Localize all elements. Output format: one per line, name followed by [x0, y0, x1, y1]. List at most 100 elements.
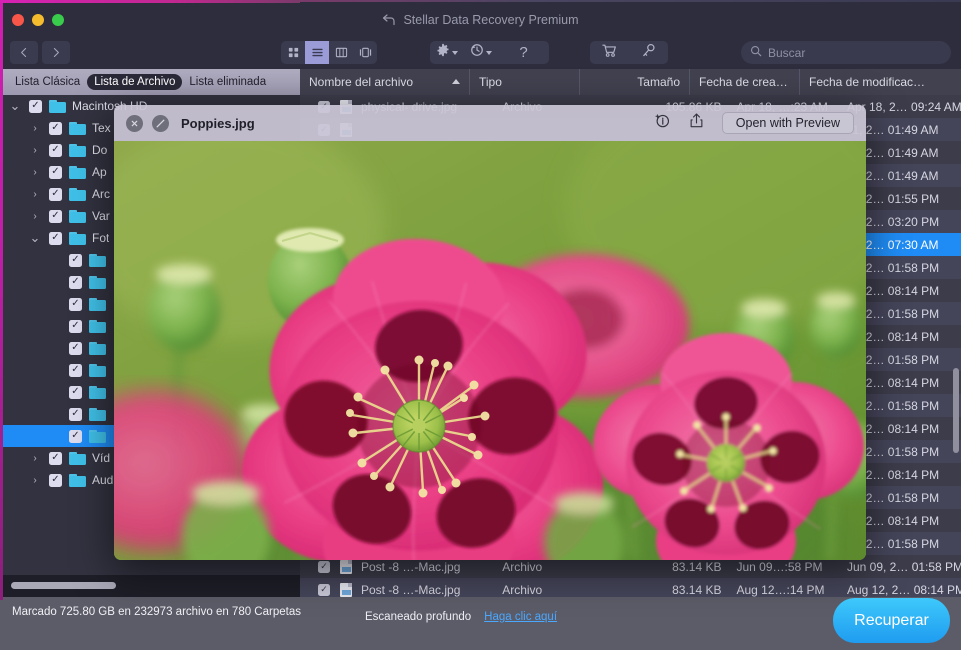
folder-icon — [89, 275, 106, 289]
file-modified-date: Aug 12, 2… 08:14 PM — [846, 582, 961, 597]
file-list-row[interactable]: ✓ Post -8 …-Mac.jpg Archivo 83.14 KB Aug 12…… — [300, 578, 961, 597]
chevron-right-icon[interactable]: › — [29, 211, 41, 222]
traffic-lights — [12, 14, 64, 26]
file-list-column-header: Nombre del archivo Tipo Tamaño Fecha de … — [300, 69, 961, 95]
column-header-tipo-label: Tipo — [479, 75, 502, 89]
folder-checkbox[interactable]: ✓ — [49, 231, 62, 245]
folder-icon — [89, 253, 106, 267]
folder-checkbox[interactable]: ✓ — [69, 253, 82, 267]
folder-icon — [89, 363, 106, 377]
zoom-window-button[interactable] — [52, 14, 64, 26]
chevron-down-icon[interactable]: ⌄ — [29, 231, 41, 244]
minimize-window-button[interactable] — [32, 14, 44, 26]
folder-label: Ap — [92, 165, 107, 179]
column-header-nombre-label: Nombre del archivo — [309, 75, 414, 89]
folder-checkbox[interactable]: ✓ — [49, 143, 62, 157]
search-icon — [750, 44, 762, 62]
folder-icon — [69, 121, 86, 135]
app-title: Stellar Data Recovery Premium — [0, 3, 961, 37]
chevron-right-icon[interactable]: › — [29, 145, 41, 156]
file-created-date: Aug 12…:14 PM — [736, 582, 825, 597]
activation-key-button[interactable] — [629, 41, 668, 64]
chevron-right-icon[interactable]: › — [29, 167, 41, 178]
nav-back-button[interactable] — [10, 41, 38, 64]
action-button-group: ? — [430, 41, 549, 64]
column-header-nombre[interactable]: Nombre del archivo — [300, 69, 470, 95]
folder-icon — [69, 165, 86, 179]
cart-button[interactable] — [590, 41, 629, 64]
recover-button[interactable]: Recuperar — [833, 598, 950, 643]
tab-lista-eliminada[interactable]: Lista eliminada — [182, 74, 273, 90]
column-view-button[interactable] — [329, 41, 353, 64]
folder-checkbox[interactable]: ✓ — [69, 363, 82, 377]
column-header-tipo[interactable]: Tipo — [470, 69, 580, 95]
chevron-right-icon[interactable]: › — [29, 453, 41, 464]
sidebar-horizontal-scrollbar[interactable] — [11, 582, 116, 589]
file-checkbox[interactable]: ✓ — [318, 560, 330, 573]
folder-checkbox[interactable]: ✓ — [49, 121, 62, 135]
folder-icon — [69, 187, 86, 201]
file-type: Archivo — [502, 582, 543, 597]
folder-checkbox[interactable]: ✓ — [69, 385, 82, 399]
chevron-right-icon[interactable]: › — [29, 189, 41, 200]
folder-checkbox[interactable]: ✓ — [69, 297, 82, 311]
list-view-button[interactable] — [305, 41, 329, 64]
gallery-view-button[interactable] — [353, 41, 377, 64]
folder-checkbox[interactable]: ✓ — [69, 407, 82, 421]
search-field[interactable]: Buscar — [741, 41, 951, 64]
search-input[interactable]: Buscar — [768, 46, 805, 60]
app-window: Stellar Data Recovery Premium ? Buscar L… — [0, 0, 961, 650]
folder-label: Do — [92, 143, 108, 157]
nav-button-group — [10, 41, 74, 64]
folder-checkbox[interactable]: ✓ — [69, 341, 82, 355]
info-circle-icon[interactable] — [654, 112, 671, 134]
scan-summary-text: Marcado 725.80 GB en 232973 archivo en 7… — [12, 606, 301, 618]
file-type: Archivo — [502, 559, 543, 574]
history-button[interactable] — [464, 41, 498, 64]
tab-lista-de-archivo[interactable]: Lista de Archivo — [87, 74, 183, 90]
folder-checkbox[interactable]: ✓ — [29, 99, 42, 113]
column-header-fecha-creacion[interactable]: Fecha de crea… — [690, 69, 800, 95]
help-button[interactable]: ? — [498, 41, 549, 64]
folder-checkbox[interactable]: ✓ — [49, 451, 62, 465]
sort-ascending-icon — [452, 79, 460, 84]
folder-checkbox[interactable]: ✓ — [69, 319, 82, 333]
open-with-preview-button[interactable]: Open with Preview — [721, 112, 854, 134]
chevron-right-icon[interactable]: › — [29, 123, 41, 134]
column-header-fecha-creacion-label: Fecha de crea… — [699, 75, 788, 89]
folder-icon — [69, 473, 86, 487]
tab-lista-clasica[interactable]: Lista Clásica — [8, 74, 87, 90]
toolbar: ? Buscar — [0, 37, 961, 69]
close-circle-icon[interactable] — [126, 114, 143, 132]
sidebar-horizontal-scroll-track[interactable] — [3, 575, 300, 597]
deep-scan-link[interactable]: Haga clic aquí — [484, 611, 557, 623]
folder-checkbox[interactable]: ✓ — [69, 429, 82, 443]
share-icon[interactable] — [689, 112, 704, 134]
column-header-fecha-modificacion[interactable]: Fecha de modificac… — [800, 69, 961, 95]
folder-label: Tex — [92, 121, 111, 135]
folder-checkbox[interactable]: ✓ — [49, 209, 62, 223]
nav-forward-button[interactable] — [42, 41, 70, 64]
chevron-right-icon[interactable]: › — [29, 475, 41, 486]
close-window-button[interactable] — [12, 14, 24, 26]
view-mode-segmented-control — [281, 41, 377, 64]
folder-icon — [49, 99, 66, 113]
column-header-tamano-label: Tamaño — [637, 75, 680, 89]
file-checkbox[interactable]: ✓ — [318, 583, 330, 596]
folder-checkbox[interactable]: ✓ — [49, 473, 62, 487]
quick-look-preview-window[interactable]: Poppies.jpg Open with Preview — [114, 105, 866, 560]
column-header-tamano[interactable]: Tamaño — [580, 69, 690, 95]
icon-view-button[interactable] — [281, 41, 305, 64]
chevron-down-icon[interactable]: ⌄ — [9, 99, 21, 112]
settings-button[interactable] — [430, 41, 464, 64]
no-entry-circle-icon[interactable] — [152, 114, 169, 132]
deep-scan-label: Escaneado profundo — [365, 611, 472, 623]
folder-icon — [89, 429, 106, 443]
file-list-vertical-scrollbar[interactable] — [953, 368, 959, 453]
folder-checkbox[interactable]: ✓ — [49, 165, 62, 179]
folder-icon — [89, 341, 106, 355]
folder-checkbox[interactable]: ✓ — [69, 275, 82, 289]
folder-icon — [89, 319, 106, 333]
file-name: Post -8 …-Mac.jpg — [361, 582, 461, 597]
folder-checkbox[interactable]: ✓ — [49, 187, 62, 201]
